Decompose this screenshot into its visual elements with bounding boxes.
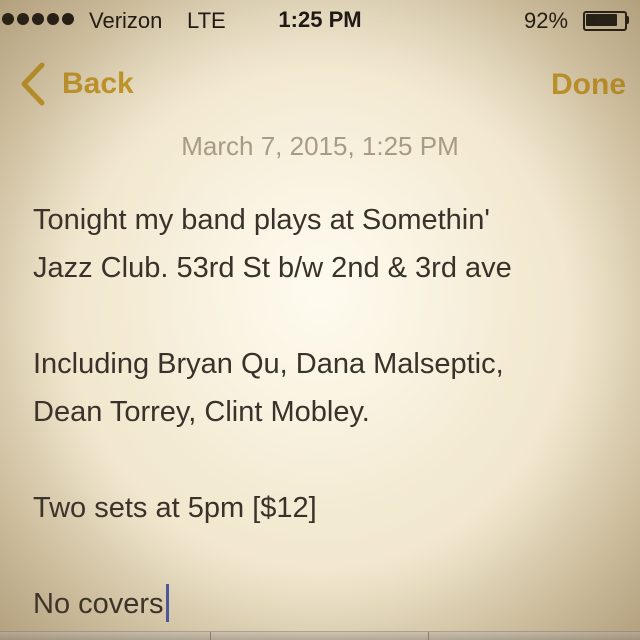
status-bar: Verizon LTE 1:25 PM 92%	[0, 0, 640, 40]
note-line: Jazz Club. 53rd St b/w 2nd & 3rd ave	[33, 252, 512, 284]
note-line: Tonight my band plays at Somethin'	[33, 204, 490, 236]
battery-percentage: 92%	[524, 8, 569, 33]
note-blank-line	[33, 292, 623, 340]
back-button[interactable]: Back	[18, 62, 134, 106]
note-blank-line	[33, 436, 623, 484]
keyboard-top-edge	[0, 631, 640, 640]
note-line: Dean Torrey, Clint Mobley.	[33, 396, 370, 428]
note-date: March 7, 2015, 1:25 PM	[181, 131, 459, 161]
battery-icon	[583, 11, 629, 31]
navigation-bar: Back Done	[0, 58, 640, 114]
text-cursor	[165, 584, 169, 622]
note-blank-line	[33, 532, 623, 580]
note-line: Including Bryan Qu, Dana Malseptic,	[33, 348, 504, 380]
done-button[interactable]: Done	[551, 68, 626, 102]
note-line: No covers	[33, 580, 623, 628]
note-text-editor[interactable]: Tonight my band plays at Somethin' Jazz C…	[33, 196, 623, 628]
battery-fill	[586, 14, 618, 26]
back-label: Back	[62, 67, 134, 100]
note-line: Two sets at 5pm [$12]	[33, 492, 317, 524]
notes-screen: Verizon LTE 1:25 PM 92% Back Done March …	[0, 0, 640, 640]
chevron-left-icon	[21, 62, 45, 106]
